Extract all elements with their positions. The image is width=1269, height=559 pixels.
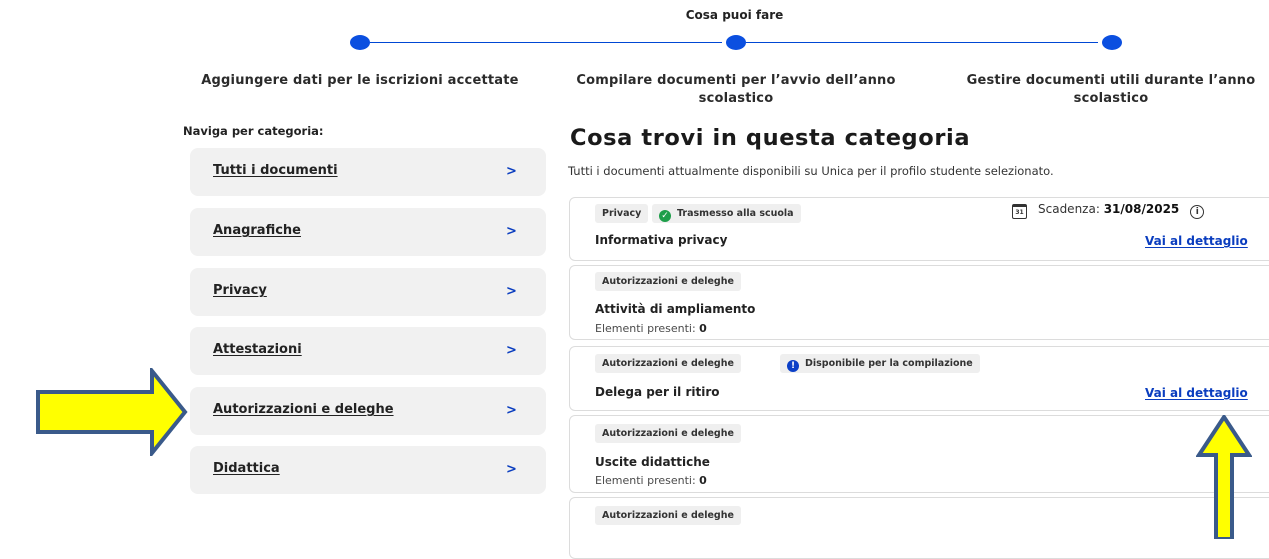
sidebar-item-label: Privacy (213, 283, 267, 298)
status-badge-label: Disponibile per la compilazione (805, 358, 973, 369)
category-tag: Autorizzazioni e deleghe (595, 354, 741, 373)
status-badge: ✓ Trasmesso alla scuola (652, 204, 801, 223)
page-title: Cosa trovi in questa categoria (570, 125, 971, 151)
deadline-label: Scadenza: (1038, 202, 1100, 216)
sidebar-item-anagrafiche[interactable]: Anagrafiche > (190, 208, 546, 256)
status-badge-label: Trasmesso alla scuola (677, 208, 794, 219)
sidebar-heading: Naviga per categoria: (183, 124, 324, 138)
sidebar-item-didattica[interactable]: Didattica > (190, 446, 546, 494)
deadline: 31 Scadenza: 31/08/2025 i (1012, 202, 1205, 219)
stepper-step-2-label: Compilare documenti per l’avvio dell’ann… (576, 73, 896, 106)
stepper-line (746, 42, 1098, 43)
stepper-dot-1 (350, 35, 370, 50)
stepper-step-3-label: Gestire documenti utili durante l’anno s… (966, 73, 1256, 106)
stepper-title: Cosa puoi fare (685, 8, 784, 22)
chevron-right-icon: > (506, 164, 517, 179)
element-count-value: 0 (699, 474, 707, 487)
sidebar-item-label: Tutti i documenti (213, 163, 338, 178)
element-count: Elementi presenti: 0 (595, 474, 707, 487)
chevron-right-icon: > (506, 343, 517, 358)
exclamation-circle-icon: ! (787, 360, 799, 372)
sidebar-item-privacy[interactable]: Privacy > (190, 268, 546, 316)
category-tag: Autorizzazioni e deleghe (595, 506, 741, 525)
element-count-label: Elementi presenti: (595, 474, 696, 487)
stepper-dot-2 (726, 35, 746, 50)
page-subtitle: Tutti i documenti attualmente disponibil… (568, 164, 1054, 178)
sidebar-item-label: Autorizzazioni e deleghe (213, 402, 394, 417)
document-card: Autorizzazioni e deleghe (569, 497, 1269, 559)
sidebar-item-label: Anagrafiche (213, 223, 301, 238)
status-badge: ! Disponibile per la compilazione (780, 354, 980, 373)
chevron-right-icon: > (506, 403, 517, 418)
category-tag: Autorizzazioni e deleghe (595, 424, 741, 443)
document-card: Privacy ✓ Trasmesso alla scuola 31 Scadenz… (569, 197, 1269, 261)
category-tag: Privacy (595, 204, 649, 223)
element-count-label: Elementi presenti: (595, 322, 696, 335)
chevron-right-icon: > (506, 462, 517, 477)
element-count-value: 0 (699, 322, 707, 335)
stepper-dot-3 (1102, 35, 1122, 50)
details-link[interactable]: Vai al dettaglio (1145, 234, 1248, 248)
card-title: Uscite didattiche (595, 455, 710, 469)
card-title: Attività di ampliamento (595, 302, 756, 316)
right-arrow-annotation-icon (36, 368, 188, 456)
card-title: Delega per il ritiro (595, 385, 720, 399)
document-card: Autorizzazioni e deleghe Uscite didattic… (569, 415, 1269, 493)
stepper-step-1-label: Aggiungere dati per le iscrizioni accett… (201, 73, 519, 88)
chevron-right-icon: > (506, 284, 517, 299)
category-tag: Autorizzazioni e deleghe (595, 272, 741, 291)
details-link[interactable]: Vai al dettaglio (1145, 386, 1248, 400)
sidebar-item-label: Attestazioni (213, 342, 302, 357)
chevron-right-icon: > (506, 224, 517, 239)
sidebar-item-label: Didattica (213, 461, 280, 476)
stepper-line (370, 42, 722, 43)
element-count: Elementi presenti: 0 (595, 322, 707, 335)
document-card: Autorizzazioni e deleghe ! Disponibile pe… (569, 346, 1269, 411)
sidebar-item-tutti-i-documenti[interactable]: Tutti i documenti > (190, 148, 546, 196)
document-card: Autorizzazioni e deleghe Attività di amp… (569, 265, 1269, 340)
calendar-icon: 31 (1012, 204, 1027, 219)
sidebar-item-attestazioni[interactable]: Attestazioni > (190, 327, 546, 375)
up-arrow-annotation-icon (1196, 415, 1252, 539)
check-circle-icon: ✓ (659, 210, 671, 222)
deadline-value: 31/08/2025 (1103, 202, 1180, 216)
sidebar-item-autorizzazioni-e-deleghe[interactable]: Autorizzazioni e deleghe > (190, 387, 546, 435)
info-icon[interactable]: i (1190, 205, 1205, 219)
card-title: Informativa privacy (595, 233, 728, 247)
